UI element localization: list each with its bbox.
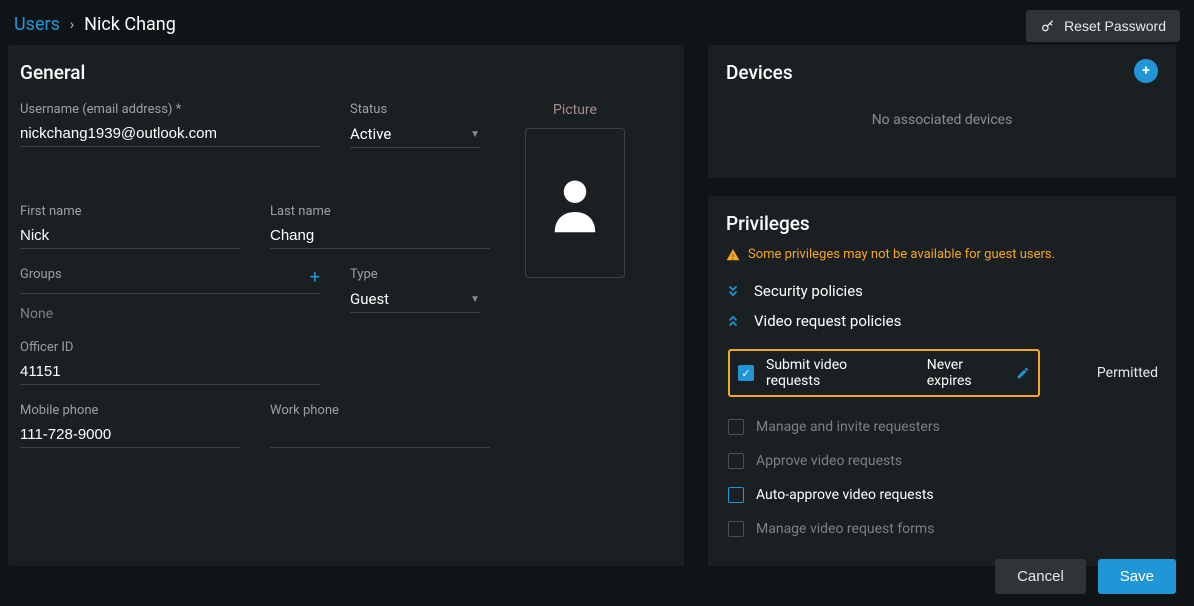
mobile-phone-input[interactable] xyxy=(20,424,240,448)
mobile-phone-label: Mobile phone xyxy=(20,403,240,418)
approve-checkbox xyxy=(728,453,744,469)
edit-expiry-button[interactable] xyxy=(1016,366,1030,380)
approve-label: Approve video requests xyxy=(756,453,902,469)
type-value: Guest xyxy=(350,290,389,308)
groups-value: None xyxy=(20,300,320,322)
groups-label: Groups xyxy=(20,267,320,282)
reset-password-button[interactable]: Reset Password xyxy=(1026,10,1180,42)
warning-icon xyxy=(726,248,740,262)
manage-invite-row: Manage and invite requesters xyxy=(726,410,1158,444)
chevron-right-icon: › xyxy=(70,17,74,33)
picture-label: Picture xyxy=(510,102,640,118)
devices-title: Devices xyxy=(726,61,1158,84)
privileges-panel: Privileges Some privileges may not be av… xyxy=(708,196,1176,566)
auto-approve-checkbox[interactable] xyxy=(728,487,744,503)
permitted-badge: Permitted xyxy=(1097,365,1158,381)
chevron-down-icon: ▼ xyxy=(470,294,480,305)
never-expires-text: Never expires xyxy=(927,357,1004,389)
manage-forms-label: Manage video request forms xyxy=(756,521,934,537)
double-chevron-up-icon xyxy=(726,314,742,328)
username-label: Username (email address) * xyxy=(20,102,320,117)
breadcrumb: Users › Nick Chang xyxy=(0,0,1194,45)
key-icon xyxy=(1040,18,1056,34)
username-input[interactable] xyxy=(20,123,320,147)
devices-panel: Devices + No associated devices xyxy=(708,45,1176,178)
work-phone-input[interactable] xyxy=(270,424,490,448)
footer-actions: Cancel Save xyxy=(977,547,1194,606)
no-devices-text: No associated devices xyxy=(726,112,1158,128)
last-name-input[interactable] xyxy=(270,225,490,249)
add-group-button[interactable]: + xyxy=(310,267,320,288)
submit-checkbox[interactable]: ✓ xyxy=(738,365,754,381)
breadcrumb-users-link[interactable]: Users xyxy=(14,14,60,35)
submit-highlight: ✓ Submit video requests Never expires xyxy=(728,349,1040,397)
security-policies-toggle[interactable]: Security policies xyxy=(726,276,1158,306)
status-value: Active xyxy=(350,125,391,143)
submit-label: Submit video requests xyxy=(766,357,893,389)
general-title: General xyxy=(20,61,664,84)
breadcrumb-current: Nick Chang xyxy=(84,14,176,35)
reset-password-label: Reset Password xyxy=(1064,18,1166,34)
type-dropdown[interactable]: Guest ▼ xyxy=(350,288,480,313)
double-chevron-down-icon xyxy=(726,284,742,298)
manage-invite-label: Manage and invite requesters xyxy=(756,419,940,435)
privileges-title: Privileges xyxy=(726,212,1158,235)
person-icon xyxy=(548,173,602,233)
auto-approve-label: Auto-approve video requests xyxy=(756,487,934,503)
last-name-label: Last name xyxy=(270,204,490,219)
first-name-input[interactable] xyxy=(20,225,240,249)
type-label: Type xyxy=(350,267,480,282)
manage-forms-row: Manage video request forms xyxy=(726,512,1158,546)
cancel-button[interactable]: Cancel xyxy=(995,559,1086,594)
chevron-down-icon: ▼ xyxy=(470,129,480,140)
first-name-label: First name xyxy=(20,204,240,219)
save-button[interactable]: Save xyxy=(1098,559,1176,594)
approve-row: Approve video requests xyxy=(726,444,1158,478)
video-request-policies-toggle[interactable]: Video request policies xyxy=(726,306,1158,336)
warning-text: Some privileges may not be available for… xyxy=(748,247,1055,262)
general-panel: General Username (email address) * Statu… xyxy=(8,45,684,566)
add-device-button[interactable]: + xyxy=(1134,59,1158,83)
status-label: Status xyxy=(350,102,480,117)
officer-id-input[interactable] xyxy=(20,361,320,385)
officer-id-label: Officer ID xyxy=(20,340,320,355)
auto-approve-row: Auto-approve video requests xyxy=(726,478,1158,512)
submit-video-requests-row: ✓ Submit video requests Never expires Pe… xyxy=(726,336,1158,410)
security-policies-label: Security policies xyxy=(754,282,863,300)
privileges-warning: Some privileges may not be available for… xyxy=(726,247,1158,262)
status-dropdown[interactable]: Active ▼ xyxy=(350,123,480,148)
manage-forms-checkbox xyxy=(728,521,744,537)
picture-upload[interactable] xyxy=(525,128,625,278)
work-phone-label: Work phone xyxy=(270,403,490,418)
manage-invite-checkbox xyxy=(728,419,744,435)
video-request-policies-label: Video request policies xyxy=(754,312,901,330)
